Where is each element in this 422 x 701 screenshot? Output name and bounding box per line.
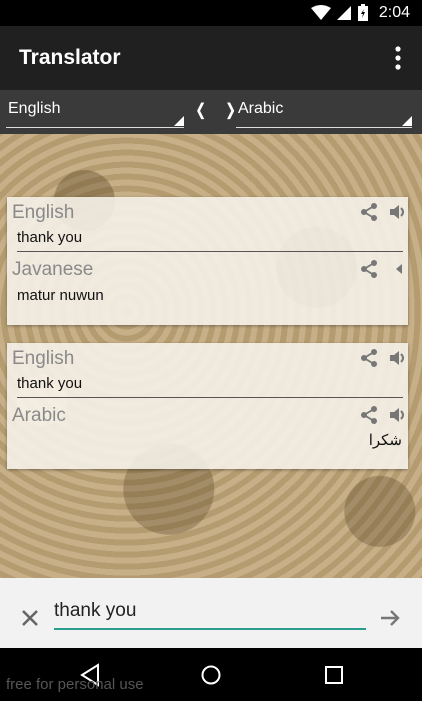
navigation-bar: free for personal use (0, 648, 422, 701)
translation-card[interactable]: English thank you Javanese matur nuwun (7, 197, 408, 325)
source-text: thank you (17, 375, 83, 392)
recent-apps-icon[interactable] (323, 664, 345, 686)
cell-signal-icon (336, 6, 351, 20)
app-bar: Translator (0, 26, 422, 90)
speaker-icon[interactable] (388, 405, 408, 425)
target-language: Arabic (12, 405, 66, 426)
source-language-select[interactable]: English (6, 96, 184, 128)
wifi-icon (310, 5, 331, 20)
status-time: 2:04 (378, 4, 410, 21)
more-vert-icon[interactable] (388, 44, 408, 72)
card-divider (17, 397, 403, 398)
target-language: Javanese (12, 259, 94, 280)
target-language-select[interactable]: Arabic (236, 96, 412, 128)
share-icon[interactable] (359, 348, 379, 368)
source-language-label: English (8, 100, 61, 117)
source-language: English (12, 348, 75, 369)
app-title: Translator (19, 46, 121, 69)
target-language-label: Arabic (238, 100, 284, 117)
translation-card[interactable]: English thank you Arabic شكرا (7, 343, 408, 469)
arrow-right-icon[interactable] (378, 606, 402, 630)
share-icon[interactable] (359, 259, 379, 279)
status-bar: 2:04 (0, 0, 422, 26)
speaker-icon[interactable] (388, 202, 408, 222)
share-icon[interactable] (359, 405, 379, 425)
translation-history: English thank you Javanese matur nuwun E… (0, 134, 422, 578)
home-icon[interactable] (200, 664, 222, 686)
card-divider (17, 251, 403, 252)
speaker-icon[interactable] (388, 348, 408, 368)
input-bar (0, 578, 422, 648)
language-bar: English ❬ ❭ Arabic (0, 90, 422, 134)
share-icon[interactable] (359, 202, 379, 222)
target-text: matur nuwun (17, 287, 104, 304)
dropdown-triangle-icon (402, 116, 412, 126)
target-text: شكرا (368, 432, 402, 449)
watermark-text: free for personal use (6, 676, 144, 693)
battery-icon (357, 4, 368, 21)
speaker-icon[interactable] (388, 259, 408, 279)
dropdown-triangle-icon (174, 116, 184, 126)
source-text: thank you (17, 229, 83, 246)
source-language: English (12, 202, 75, 223)
translation-input[interactable] (54, 594, 366, 630)
close-icon[interactable] (20, 608, 40, 628)
